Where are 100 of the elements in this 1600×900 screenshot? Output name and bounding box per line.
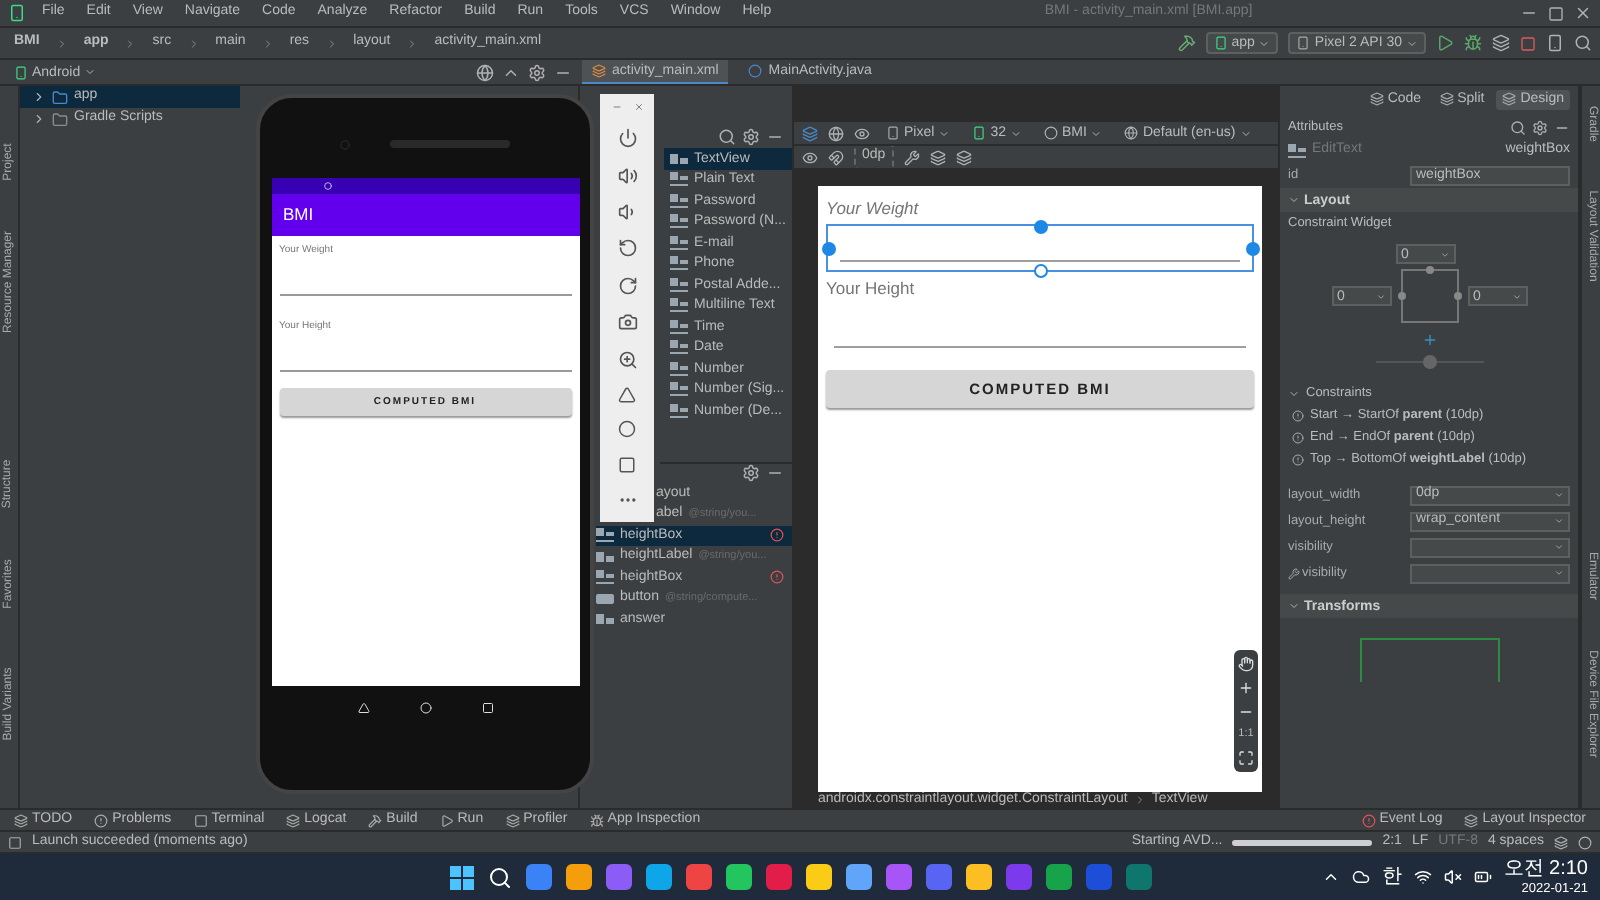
tool-icon xyxy=(193,813,208,827)
text-field-icon xyxy=(670,382,688,397)
weight-label: Your Weight xyxy=(826,198,921,219)
wifi-icon[interactable] xyxy=(1413,868,1432,886)
windows-start-icon[interactable] xyxy=(449,865,473,889)
clock-time[interactable]: 오전 2:10 xyxy=(1503,857,1588,882)
tool-icon xyxy=(368,813,383,827)
recents-icon[interactable] xyxy=(481,702,493,714)
tool-icon xyxy=(439,813,454,827)
settings-icon[interactable] xyxy=(1532,119,1548,135)
text-field-icon xyxy=(670,214,688,229)
design-surface-icon[interactable] xyxy=(802,125,818,141)
caret-icon[interactable] xyxy=(84,66,97,78)
layout-file-icon xyxy=(592,63,606,77)
text-field-icon xyxy=(670,193,688,208)
tool-icon xyxy=(505,813,520,827)
taskbar-app-icon[interactable] xyxy=(845,864,871,890)
settings-icon[interactable] xyxy=(742,128,760,146)
height-label: Your Height xyxy=(826,278,917,299)
text-field-icon xyxy=(670,298,688,313)
caret-icon[interactable] xyxy=(938,127,951,139)
globe-icon[interactable] xyxy=(1124,126,1139,140)
taskbar-app-icon[interactable] xyxy=(685,864,711,890)
text-field-icon xyxy=(670,256,688,271)
caret-icon[interactable] xyxy=(1554,568,1564,578)
hammer-icon[interactable] xyxy=(1177,34,1196,52)
folder-icon xyxy=(52,111,68,127)
android-icon xyxy=(8,4,26,22)
property-field[interactable] xyxy=(1410,563,1570,583)
taskbar-app-icon[interactable] xyxy=(1045,864,1071,890)
orientation-icon[interactable] xyxy=(828,125,844,141)
taskbar-app-icon[interactable] xyxy=(965,864,991,890)
caret-icon[interactable] xyxy=(1554,516,1564,526)
home-icon[interactable] xyxy=(618,420,636,439)
settings-icon[interactable] xyxy=(742,464,760,482)
phone-icon xyxy=(1296,36,1311,50)
settings-icon[interactable] xyxy=(528,63,546,81)
cloud-icon[interactable] xyxy=(1351,868,1370,886)
taskbar-app-icon[interactable] xyxy=(645,864,671,890)
tool-icon xyxy=(286,813,301,827)
chevron-icon[interactable] xyxy=(1321,868,1340,886)
caret-icon[interactable] xyxy=(1511,291,1521,301)
edit-text-icon xyxy=(1288,144,1306,158)
caret-icon[interactable] xyxy=(1554,542,1564,552)
caret-icon[interactable] xyxy=(1439,249,1449,259)
volume-up-icon[interactable] xyxy=(617,165,637,186)
rotate-left-icon[interactable] xyxy=(617,238,637,259)
input-method[interactable]: 한 xyxy=(1381,865,1402,889)
phone-icon xyxy=(886,126,900,140)
bias-slider[interactable] xyxy=(1375,354,1483,370)
property-field[interactable] xyxy=(1410,537,1570,557)
zoom-fit-icon[interactable] xyxy=(1238,750,1254,766)
power-icon[interactable] xyxy=(617,128,637,149)
search-icon[interactable] xyxy=(487,865,511,889)
taskbar-app-icon[interactable] xyxy=(805,864,831,890)
camera-icon[interactable] xyxy=(617,312,637,333)
text-widget-icon xyxy=(596,570,614,585)
magnet-icon[interactable] xyxy=(828,149,844,165)
selected-edit-text[interactable] xyxy=(826,224,1254,273)
layers-icon[interactable] xyxy=(1492,34,1510,52)
progress-bar xyxy=(1232,839,1373,845)
pan-icon[interactable] xyxy=(1238,656,1254,673)
back-icon[interactable] xyxy=(618,385,636,404)
caret-icon[interactable] xyxy=(1090,127,1103,139)
text-field-icon xyxy=(670,403,688,418)
chevron-icon xyxy=(55,37,68,49)
caret-icon[interactable] xyxy=(1239,127,1252,139)
text-field-icon xyxy=(670,151,688,166)
taskbar-app-icon[interactable] xyxy=(565,864,591,890)
folder-icon xyxy=(52,89,68,105)
taskbar-app-icon[interactable] xyxy=(725,864,751,890)
text-field-icon xyxy=(670,361,688,376)
zoom-in-icon[interactable] xyxy=(1238,680,1254,697)
debug-icon[interactable] xyxy=(1464,34,1482,52)
caret-icon[interactable] xyxy=(1554,490,1564,500)
text-widget-icon xyxy=(596,528,614,543)
device-manager-icon[interactable] xyxy=(1546,34,1564,52)
tool-icon xyxy=(1464,813,1479,827)
transform-preview xyxy=(1359,638,1499,682)
taskbar-app-icon[interactable] xyxy=(525,864,551,890)
night-mode-icon[interactable] xyxy=(854,125,870,141)
tool-attribute-icon xyxy=(1288,567,1300,579)
battery-icon[interactable] xyxy=(1473,868,1492,886)
android-icon xyxy=(972,126,987,140)
status-icon xyxy=(8,835,22,849)
button-widget-icon xyxy=(596,591,614,606)
rotate-right-icon[interactable] xyxy=(617,275,637,296)
text-field-icon xyxy=(670,319,688,334)
maximize-icon[interactable] xyxy=(1548,5,1565,21)
volume-down-icon[interactable] xyxy=(617,202,637,223)
eye-icon[interactable] xyxy=(802,149,818,165)
overview-icon[interactable] xyxy=(618,455,636,474)
close-icon[interactable] xyxy=(1574,4,1593,22)
zoom-icon[interactable] xyxy=(617,349,637,370)
run-icon[interactable] xyxy=(1436,34,1454,52)
theme-icon[interactable] xyxy=(1043,126,1058,140)
text-field-icon xyxy=(670,277,688,292)
android-icon xyxy=(1213,36,1228,50)
caret-icon[interactable] xyxy=(1375,291,1385,301)
volume-icon[interactable] xyxy=(1443,868,1462,886)
